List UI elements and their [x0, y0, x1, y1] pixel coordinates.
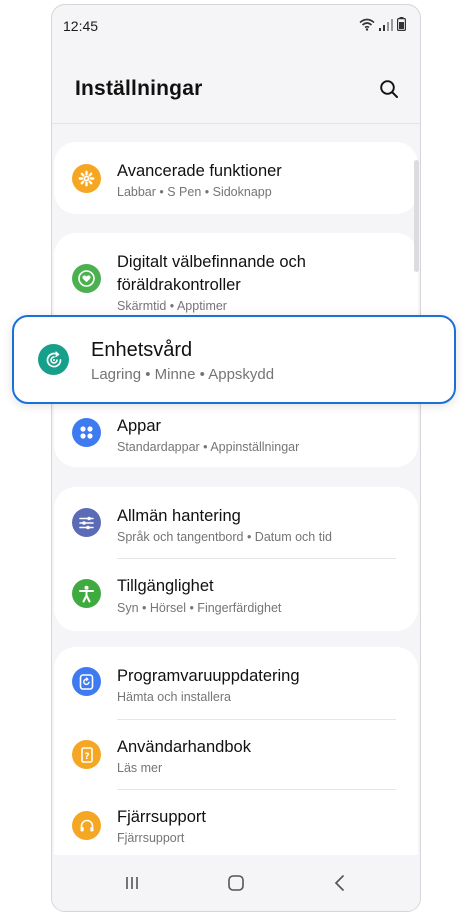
- setting-advanced-features[interactable]: Avancerade funktioner Labbar • S Pen • S…: [54, 142, 418, 214]
- card-advanced-features: Avancerade funktioner Labbar • S Pen • S…: [54, 142, 418, 214]
- page-title: Inställningar: [75, 77, 203, 100]
- home-icon: [228, 875, 244, 891]
- setting-device-care[interactable]: Enhetsvård Lagring • Minne • Appskydd: [12, 315, 456, 404]
- setting-digital-wellbeing[interactable]: Digitalt välbefinnande och föräldrakontr…: [54, 233, 418, 315]
- setting-subtitle: Skärmtid • Apptimer: [117, 299, 227, 313]
- setting-subtitle: Labbar • S Pen • Sidoknapp: [117, 185, 272, 199]
- status-time: 12:45: [63, 18, 99, 34]
- headset-icon: [72, 811, 101, 840]
- setting-apps[interactable]: Appar Standardappar • Appinställningar: [54, 397, 418, 467]
- setting-title-line1: Digitalt välbefinnande och: [117, 253, 306, 271]
- scrollbar-handle[interactable]: [414, 160, 419, 272]
- setting-title: Avancerade funktioner: [117, 162, 282, 180]
- setting-title: Appar: [117, 417, 162, 435]
- setting-user-manual[interactable]: ? Användarhandbok Läs mer: [54, 720, 418, 790]
- sliders-icon: [72, 508, 101, 537]
- setting-subtitle: Syn • Hörsel • Fingerfärdighet: [117, 601, 282, 615]
- manual-book-icon: ?: [72, 740, 101, 769]
- setting-title: Användarhandbok: [117, 738, 251, 756]
- device-care-icon: [38, 344, 69, 375]
- setting-software-update[interactable]: Programvaruuppdatering Hämta och install…: [54, 647, 418, 717]
- wellbeing-heart-icon: [72, 264, 101, 293]
- setting-title-line2: föräldrakontroller: [117, 276, 241, 294]
- setting-remote-support[interactable]: Fjärrsupport Fjärrsupport: [54, 790, 418, 860]
- setting-subtitle: Språk och tangentbord • Datum och tid: [117, 530, 332, 544]
- setting-general-management[interactable]: Allmän hantering Språk och tangentbord •…: [54, 487, 418, 557]
- accessibility-person-icon: [72, 579, 101, 608]
- setting-title: Allmän hantering: [117, 507, 241, 525]
- setting-subtitle: Läs mer: [117, 761, 163, 775]
- status-icons: [359, 17, 407, 36]
- svg-text:?: ?: [84, 752, 89, 762]
- header-divider: [52, 123, 420, 124]
- card-software-group: Programvaruuppdatering Hämta och install…: [54, 647, 418, 877]
- status-bar: 12:45: [52, 5, 420, 45]
- wifi-icon: [359, 18, 375, 36]
- back-button[interactable]: [326, 869, 354, 897]
- card-general-group: Allmän hantering Språk och tangentbord •…: [54, 487, 418, 631]
- apps-grid-icon: [72, 418, 101, 447]
- setting-title: Tillgänglighet: [117, 577, 214, 595]
- setting-subtitle: Standardappar • Appinställningar: [117, 440, 300, 454]
- search-button[interactable]: [375, 75, 403, 103]
- recent-apps-icon: [126, 877, 138, 889]
- recent-apps-button[interactable]: [118, 869, 146, 897]
- signal-icon: [379, 18, 393, 36]
- phone-screen: 12:45 Inställningar Avancerade funktione…: [51, 4, 421, 912]
- setting-subtitle: Fjärrsupport: [117, 831, 185, 845]
- navigation-bar: [52, 855, 420, 911]
- setting-subtitle: Hämta och installera: [117, 690, 231, 704]
- back-icon: [334, 875, 344, 891]
- setting-title: Programvaruuppdatering: [117, 667, 300, 685]
- software-update-icon: [72, 667, 101, 696]
- home-button[interactable]: [222, 869, 250, 897]
- puzzle-gear-icon: [72, 164, 101, 193]
- battery-icon: [397, 17, 407, 36]
- search-icon: [380, 80, 398, 98]
- setting-subtitle: Lagring • Minne • Appskydd: [91, 366, 275, 383]
- setting-title: Enhetsvård: [91, 339, 193, 361]
- setting-accessibility[interactable]: Tillgänglighet Syn • Hörsel • Fingerfärd…: [54, 559, 418, 631]
- setting-title: Fjärrsupport: [117, 808, 206, 826]
